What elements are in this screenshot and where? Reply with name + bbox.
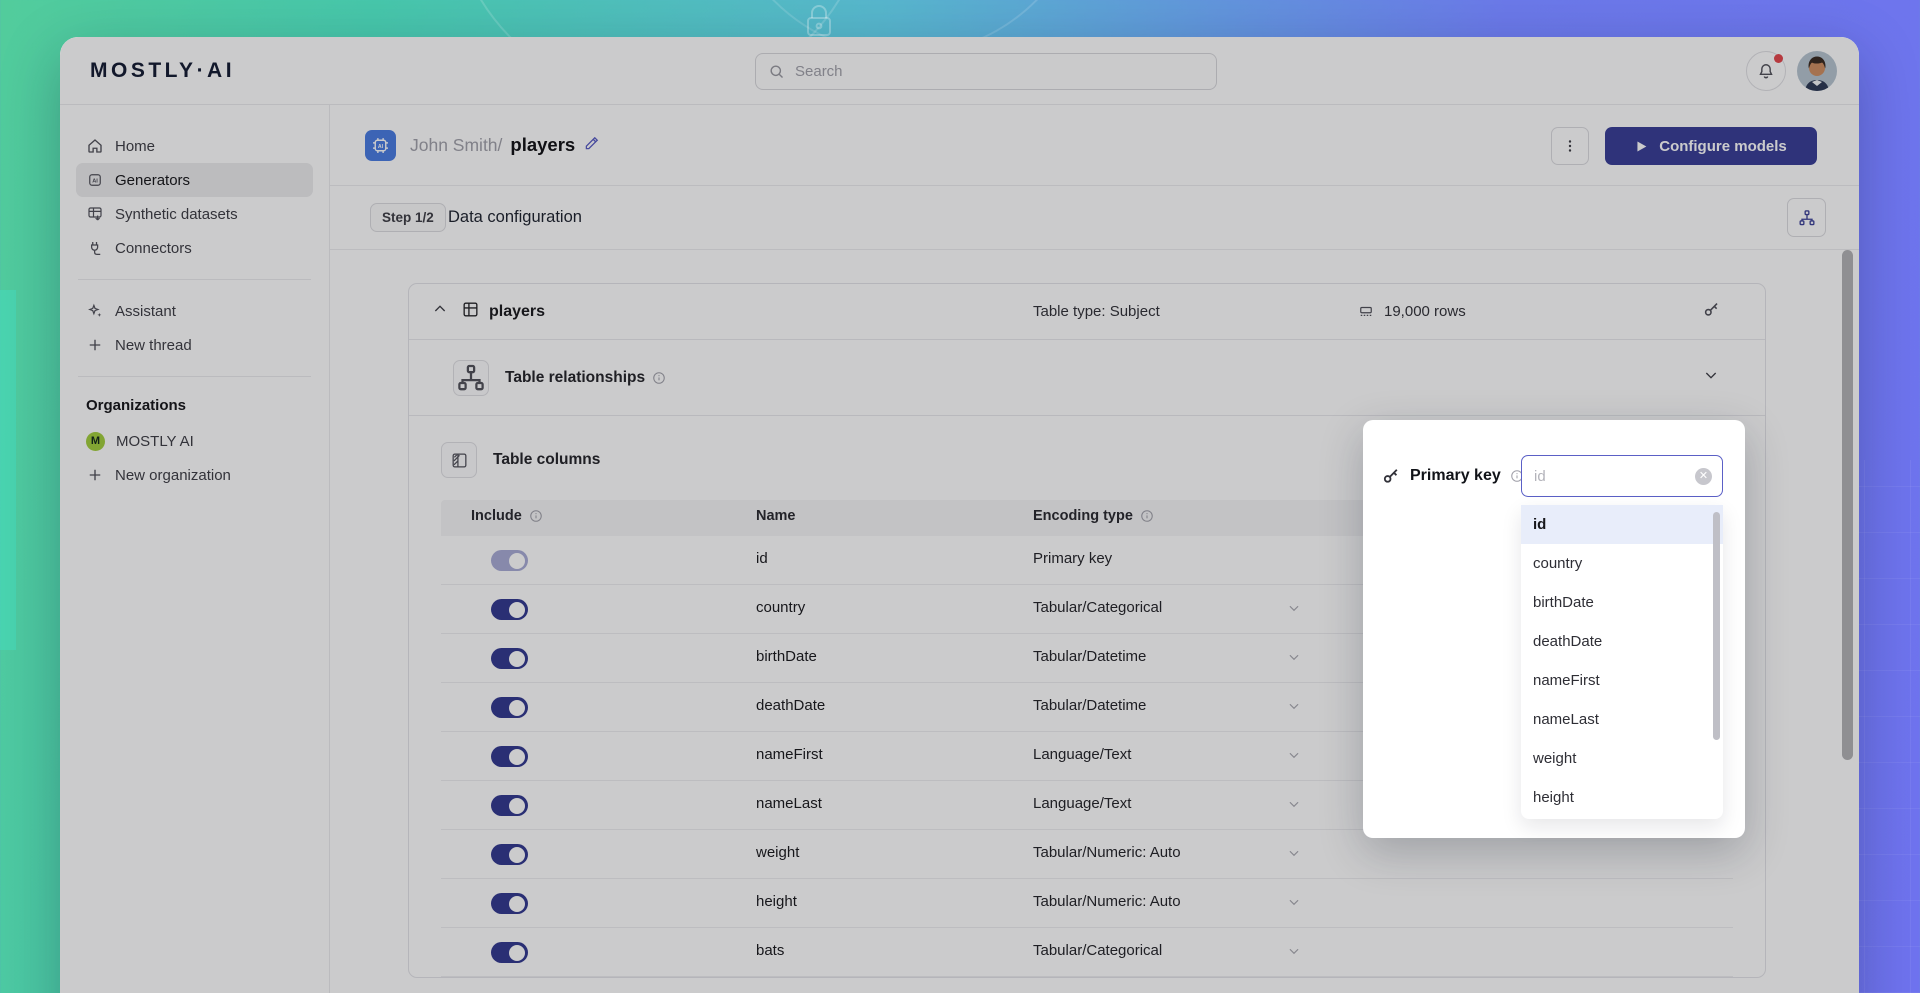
primary-key-input-wrap: ✕ <box>1521 455 1723 497</box>
primary-key-input[interactable] <box>1534 468 1695 485</box>
primary-key-label-wrap: Primary key <box>1381 466 1524 486</box>
clear-input-icon[interactable]: ✕ <box>1695 468 1712 485</box>
lock-icon <box>808 6 830 35</box>
dropdown-option[interactable]: birthDate <box>1521 583 1723 622</box>
primary-key-dropdown: idcountrybirthDatedeathDatenameFirstname… <box>1521 505 1723 819</box>
dropdown-option[interactable]: height <box>1521 778 1723 817</box>
dropdown-options: idcountrybirthDatedeathDatenameFirstname… <box>1521 505 1723 817</box>
background-accent-strip <box>0 290 16 650</box>
primary-key-label: Primary key <box>1410 467 1501 485</box>
dropdown-option[interactable]: country <box>1521 544 1723 583</box>
dropdown-option[interactable]: deathDate <box>1521 622 1723 661</box>
dropdown-scrollbar-thumb[interactable] <box>1713 512 1720 740</box>
dropdown-option[interactable]: nameFirst <box>1521 661 1723 700</box>
dropdown-option[interactable]: nameLast <box>1521 700 1723 739</box>
dropdown-option[interactable]: id <box>1521 505 1723 544</box>
dropdown-option[interactable]: weight <box>1521 739 1723 778</box>
key-icon <box>1381 466 1401 486</box>
primary-key-popover: Primary key ✕ idcountrybirthDatedeathDat… <box>1363 420 1745 838</box>
